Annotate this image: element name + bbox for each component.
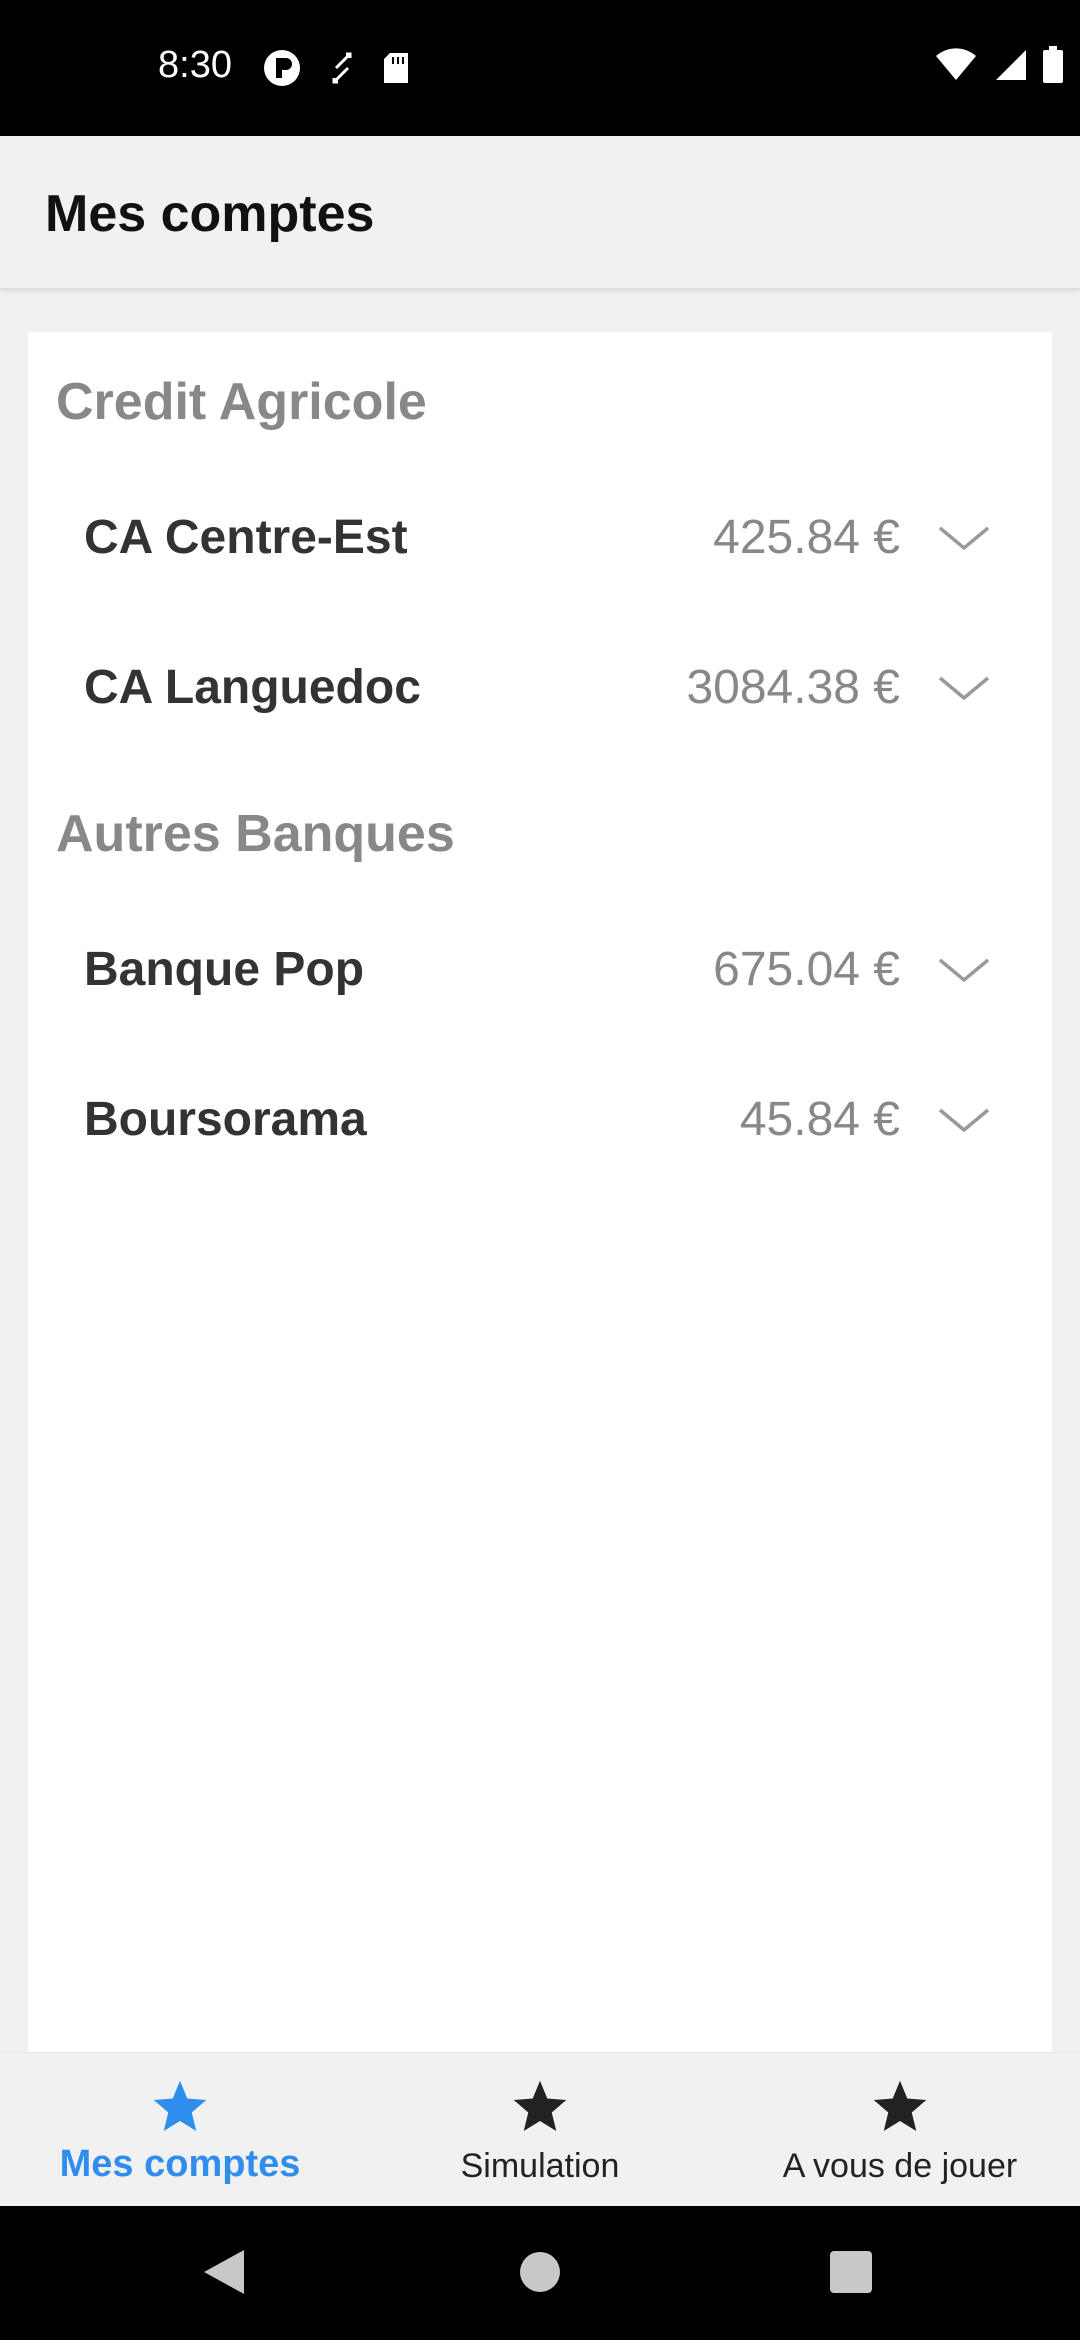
account-amount: 45.84 € [739, 1093, 900, 1146]
account-row-ca-languedoc[interactable]: CA Languedoc 3084.38 € [28, 630, 1052, 750]
tab-label: Mes comptes [59, 2143, 301, 2185]
chevron-down-icon[interactable] [936, 524, 992, 554]
star-icon [513, 2080, 567, 2131]
sync-icon [332, 52, 352, 84]
tab-a-vous-de-jouer[interactable]: A vous de jouer [720, 2053, 1080, 2207]
status-bar: 8:30 [0, 0, 1080, 136]
account-row-boursorama[interactable]: Boursorama 45.84 € [28, 1062, 1052, 1182]
account-amount: 3084.38 € [686, 661, 900, 714]
star-icon [873, 2080, 927, 2131]
account-name: Banque Pop [84, 943, 365, 996]
tab-simulation[interactable]: Simulation [360, 2053, 720, 2207]
chevron-down-icon[interactable] [936, 1106, 992, 1136]
tab-mes-comptes[interactable]: Mes comptes [0, 2053, 360, 2207]
signal-icon [996, 50, 1026, 80]
account-amount: 675.04 € [713, 943, 900, 996]
bottom-nav: Mes comptes Simulation A vous de jouer [0, 2052, 1080, 2206]
tab-label: A vous de jouer [782, 2147, 1018, 2185]
app-bar: Mes comptes [0, 136, 1080, 290]
accounts-card: Credit Agricole CA Centre-Est 425.84 € C… [28, 332, 1052, 2052]
account-row-banque-pop[interactable]: Banque Pop 675.04 € [28, 912, 1052, 1032]
section-title-autres-banques: Autres Banques [56, 805, 455, 863]
status-icons-right [934, 46, 1064, 84]
account-name: Boursorama [84, 1093, 367, 1146]
system-nav-bar [0, 2206, 1080, 2340]
status-time: 8:30 [158, 44, 232, 86]
recents-icon[interactable] [828, 2246, 874, 2298]
wifi-icon [936, 48, 976, 80]
chevron-down-icon[interactable] [936, 674, 992, 704]
back-icon[interactable] [200, 2246, 248, 2298]
chevron-down-icon[interactable] [936, 956, 992, 986]
status-icons-left [262, 48, 410, 88]
account-amount: 425.84 € [713, 511, 900, 564]
tab-label: Simulation [460, 2147, 620, 2185]
home-icon[interactable] [518, 2246, 562, 2298]
page-title: Mes comptes [45, 185, 375, 243]
media-icon [264, 50, 300, 86]
account-name: CA Centre-Est [84, 511, 408, 564]
account-row-ca-centre-est[interactable]: CA Centre-Est 425.84 € [28, 480, 1052, 600]
section-title-credit-agricole: Credit Agricole [56, 373, 427, 431]
sd-card-icon [384, 53, 408, 83]
star-icon [153, 2080, 207, 2131]
account-name: CA Languedoc [84, 661, 421, 714]
battery-icon [1043, 46, 1063, 83]
